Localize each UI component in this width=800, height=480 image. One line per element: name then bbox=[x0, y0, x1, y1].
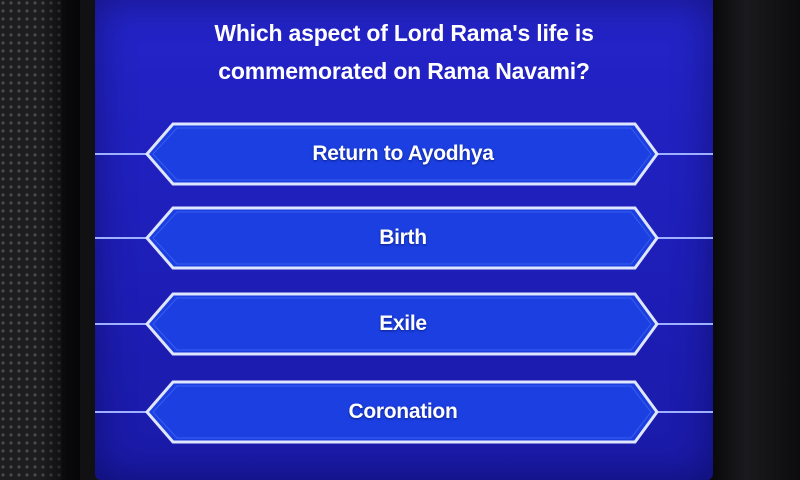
answer-option-return-to-ayodhya[interactable]: Return to Ayodhya bbox=[95, 122, 713, 186]
answer-label: Birth bbox=[379, 226, 427, 249]
photo-frame: Which aspect of Lord Rama's life is comm… bbox=[0, 0, 800, 480]
answer-option-coronation[interactable]: Coronation bbox=[95, 380, 713, 444]
answer-label: Exile bbox=[379, 312, 427, 335]
answer-option-birth[interactable]: Birth bbox=[95, 206, 713, 270]
quiz-screen: Which aspect of Lord Rama's life is comm… bbox=[95, 0, 713, 480]
device-case-right bbox=[710, 0, 800, 480]
answer-option-exile[interactable]: Exile bbox=[95, 292, 713, 356]
answer-label: Return to Ayodhya bbox=[312, 142, 494, 165]
answer-list: Return to Ayodhya Birth Exile Coronation bbox=[95, 0, 713, 480]
case-shadow bbox=[40, 0, 80, 480]
answer-label: Coronation bbox=[348, 400, 458, 423]
